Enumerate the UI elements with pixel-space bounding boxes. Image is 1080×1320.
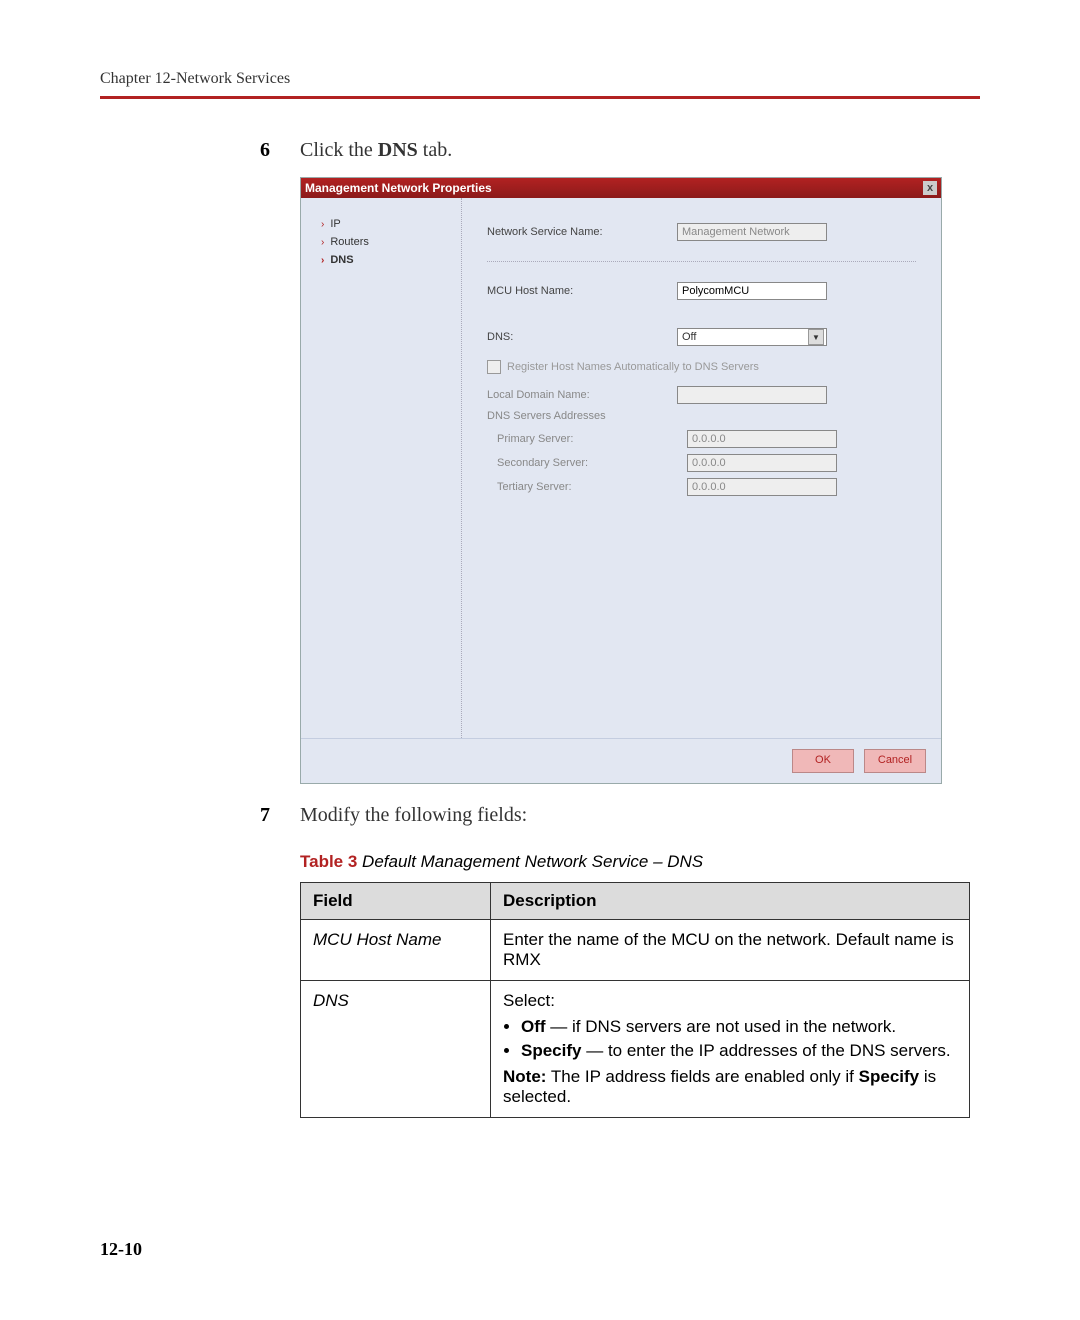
dns-fields-table: Field Description MCU Host Name Enter th… — [300, 882, 970, 1118]
sidebar-item-ip[interactable]: › IP — [311, 218, 451, 230]
ok-button[interactable]: OK — [792, 749, 854, 773]
chevron-icon: › — [321, 255, 324, 266]
chevron-icon: › — [321, 219, 324, 230]
table-row: DNS Select: Off — if DNS servers are not… — [301, 981, 970, 1118]
label-dns: DNS: — [487, 331, 677, 343]
step-6: 6 Click the DNS tab. — [260, 139, 980, 162]
header-rule — [100, 96, 980, 99]
cancel-button[interactable]: Cancel — [864, 749, 926, 773]
label-primary: Primary Server: — [487, 433, 687, 445]
label-secondary: Secondary Server: — [487, 457, 687, 469]
checkbox-icon — [487, 360, 501, 374]
table-caption: Table 3 Default Management Network Servi… — [300, 852, 980, 872]
dialog-footer: OK Cancel — [301, 738, 941, 783]
page-number: 12-10 — [100, 1239, 142, 1260]
input-service-name — [677, 223, 827, 241]
select-dns[interactable]: Off ▼ — [677, 328, 827, 346]
checkbox-register-dns[interactable]: Register Host Names Automatically to DNS… — [487, 360, 916, 374]
sidebar-item-dns[interactable]: › DNS — [311, 254, 451, 266]
input-local-domain — [677, 386, 827, 404]
label-mcu-host: MCU Host Name: — [487, 285, 677, 297]
input-primary — [687, 430, 837, 448]
sidebar-item-routers[interactable]: › Routers — [311, 236, 451, 248]
management-network-dialog: Management Network Properties x › IP › R… — [300, 177, 942, 784]
step-text: Modify the following fields: — [300, 804, 527, 827]
chevron-icon: › — [321, 237, 324, 248]
dialog-main: Network Service Name: MCU Host Name: DNS… — [461, 198, 941, 738]
step-number: 7 — [260, 804, 300, 827]
close-icon[interactable]: x — [923, 181, 937, 195]
table-row: MCU Host Name Enter the name of the MCU … — [301, 920, 970, 981]
label-service-name: Network Service Name: — [487, 226, 677, 238]
label-dns-addresses: DNS Servers Addresses — [487, 410, 916, 422]
step-7: 7 Modify the following fields: — [260, 804, 980, 827]
step-text: Click the DNS tab. — [300, 139, 452, 162]
input-mcu-host[interactable] — [677, 282, 827, 300]
input-secondary — [687, 454, 837, 472]
input-tertiary — [687, 478, 837, 496]
dialog-sidebar: › IP › Routers › DNS — [301, 198, 461, 738]
th-field: Field — [301, 883, 491, 920]
step-number: 6 — [260, 139, 300, 162]
label-local-domain: Local Domain Name: — [487, 389, 677, 401]
dialog-title: Management Network Properties — [305, 181, 492, 195]
label-tertiary: Tertiary Server: — [487, 481, 687, 493]
th-desc: Description — [491, 883, 970, 920]
dialog-titlebar: Management Network Properties x — [301, 178, 941, 198]
chevron-down-icon: ▼ — [808, 329, 824, 345]
chapter-header: Chapter 12-Network Services — [100, 70, 980, 88]
